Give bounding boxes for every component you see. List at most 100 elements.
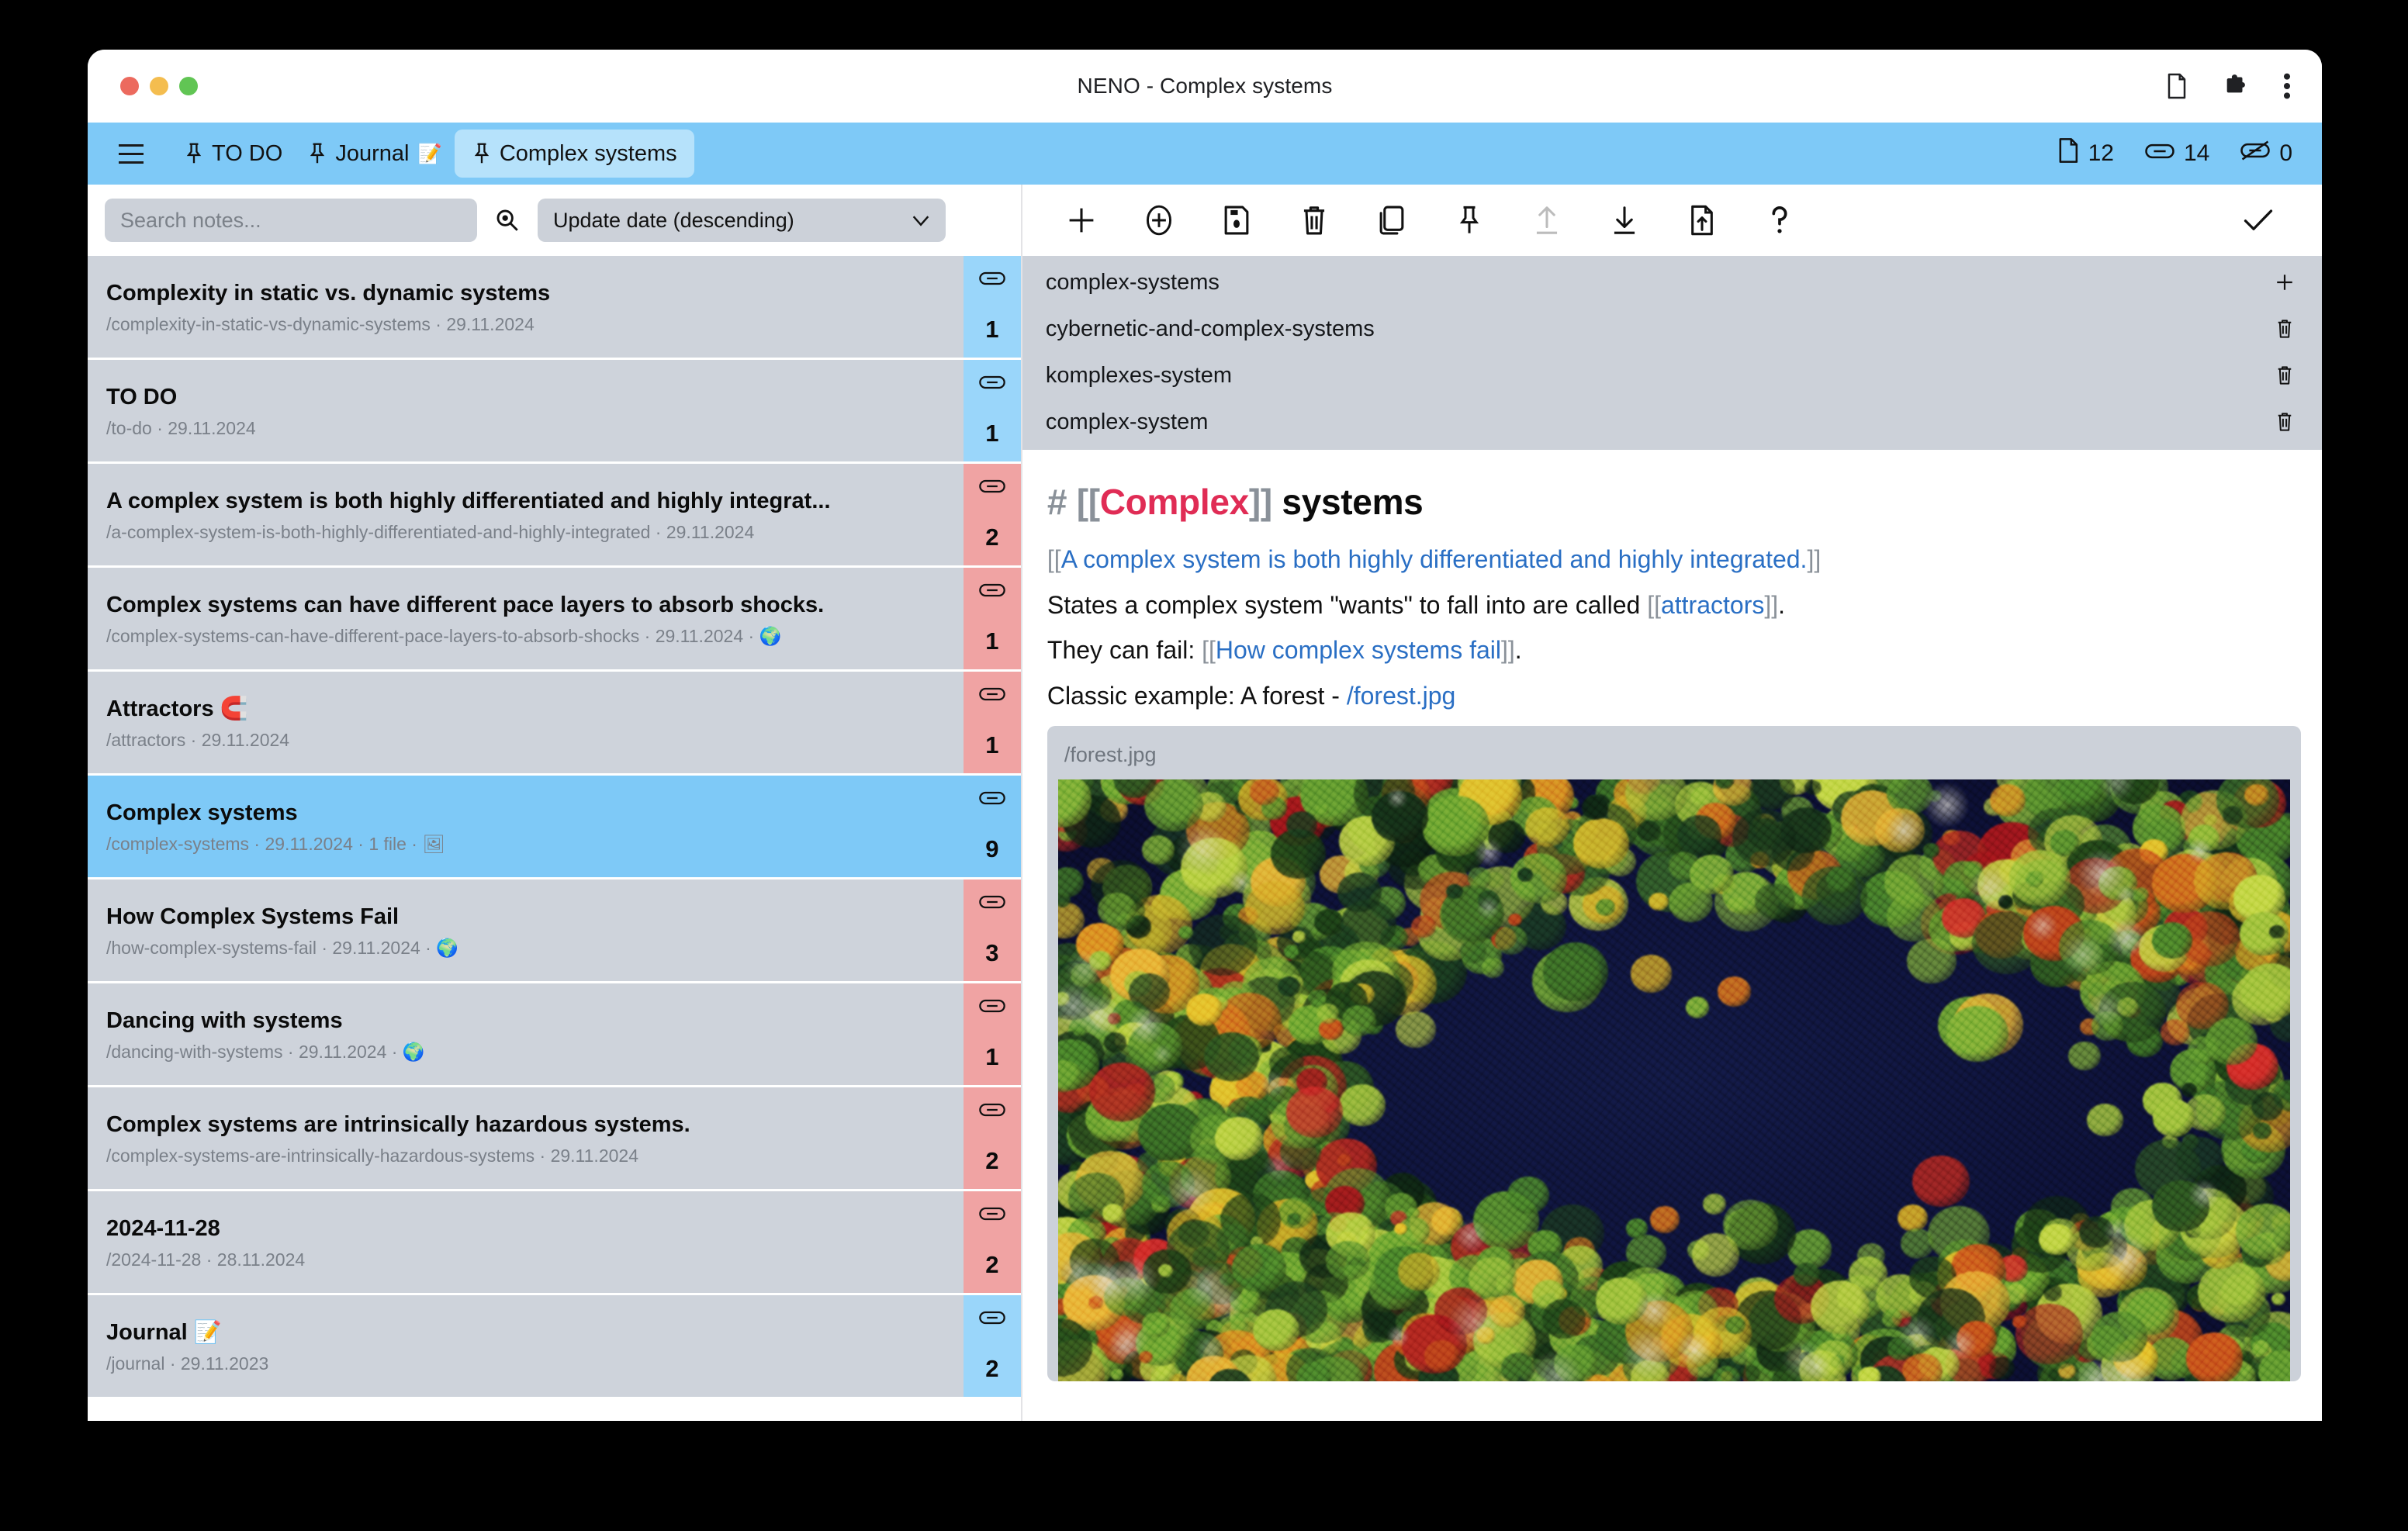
pinned-note-to-do[interactable]: TO DO [171,130,295,178]
heading-close-brackets: ]] [1248,482,1272,522]
search-icon[interactable] [488,201,527,240]
slug-row[interactable]: complex-systems [1022,259,2322,306]
wikilink-bracket: ]] [1500,636,1515,665]
note-list-item[interactable]: A complex system is both highly differen… [88,464,1021,568]
note-item-meta: /journal · 29.11.2023 [106,1353,269,1374]
extensions-puzzle-icon[interactable] [2223,73,2249,99]
delete-slug-icon[interactable] [2269,365,2300,385]
pin-note-button[interactable] [1431,192,1508,248]
wikilink-bracket: ]] [1807,545,1822,573]
note-link-badge: 1 [963,360,1021,461]
note-list-item[interactable]: Attractors 🧲 /attractors · 29.11.2024 1 [88,672,1021,776]
slug-row[interactable]: cybernetic-and-complex-systems [1022,306,2322,352]
wikilink[interactable]: How complex systems fail [1216,636,1501,664]
page-icon[interactable] [2165,72,2188,100]
heading-wikilink[interactable]: Complex [1100,482,1249,522]
heading-open-brackets: [[ [1076,482,1100,522]
note-paragraph: States a complex system "wants" to fall … [1047,589,2299,622]
slug-text[interactable]: cybernetic-and-complex-systems [1046,316,2269,342]
stat-unlinked-value: 0 [2279,140,2292,166]
link-icon [979,1101,1005,1122]
notes-sidebar: Update date (descending) Complexity in s… [88,185,1022,1421]
pinned-note-journal[interactable]: Journal 📝 [295,130,455,178]
note-link-count: 1 [985,1043,999,1070]
stat-links-value: 14 [2183,140,2210,166]
add-slug-icon[interactable] [2269,272,2300,292]
stat-notes: 12 [2057,137,2114,170]
note-link-badge: 3 [963,880,1021,981]
note-link-badge: 1 [963,568,1021,669]
note-link-badge: 2 [963,464,1021,565]
link-icon [979,790,1005,810]
note-list-item[interactable]: Dancing with systems/dancing-with-system… [88,983,1021,1087]
file-upload-icon[interactable] [1663,192,1741,248]
app-body: Update date (descending) Complexity in s… [88,185,2322,1421]
wikilink[interactable]: A complex system is both highly differen… [1061,545,1808,573]
confirm-button[interactable] [2219,192,2297,248]
help-button[interactable] [1741,192,1818,248]
pinned-note-label: TO DO [212,140,283,166]
search-row: Update date (descending) [88,185,1021,256]
note-link-badge: 1 [963,672,1021,773]
note-item-meta: /2024-11-28 · 28.11.2024 [106,1249,306,1270]
note-item-meta: /complex-systems-are-intrinsically-hazar… [106,1145,638,1166]
note-list-item[interactable]: TO DO/to-do · 29.11.2024 1 [88,360,1021,464]
note-item-meta: /complex-systems-can-have-different-pace… [106,625,782,646]
delete-slug-icon[interactable] [2269,412,2300,432]
pinned-note-complex-systems[interactable]: Complex systems [454,130,694,178]
note-list-item[interactable]: Complex systems/complex-systems · 29.11.… [88,776,1021,880]
note-item-main: Complex systems are intrinsically hazard… [88,1087,964,1189]
duplicate-note-button[interactable] [1120,192,1198,248]
download-note-button[interactable] [1586,192,1663,248]
chrome-menu-icon[interactable] [2283,73,2291,99]
note-link-badge: 2 [963,1295,1021,1397]
attachment-image[interactable] [1057,779,2290,1382]
window-title: NENO - Complex systems [1077,74,1333,98]
note-link-count: 2 [985,1147,999,1174]
sort-select[interactable]: Update date (descending) [538,199,946,242]
wikilink[interactable]: attractors [1661,591,1764,619]
slug-text[interactable]: complex-system [1046,410,2269,435]
delete-slug-icon[interactable] [2269,319,2300,339]
note-link-badge: 9 [963,776,1021,877]
upload-file-button[interactable] [1508,192,1586,248]
note-item-main: Complex systems/complex-systems · 29.11.… [88,776,964,877]
new-note-button[interactable] [1043,192,1120,248]
note-list-item[interactable]: Complexity in static vs. dynamic systems… [88,256,1021,360]
note-list[interactable]: Complexity in static vs. dynamic systems… [88,256,1021,1421]
note-item-title: Complex systems are intrinsically hazard… [106,1111,690,1137]
slug-text[interactable]: complex-systems [1046,270,2269,295]
copy-note-button[interactable] [1353,192,1431,248]
search-input[interactable] [105,199,477,242]
note-item-main: How Complex Systems Fail/how-complex-sys… [88,880,964,981]
hamburger-icon[interactable] [108,130,154,177]
note-list-item[interactable]: Complex systems can have different pace … [88,568,1021,672]
note-link-badge: 2 [963,1191,1021,1293]
save-note-button[interactable] [1198,192,1275,248]
note-item-title: Journal 📝 [106,1320,222,1345]
note-list-item[interactable]: Complex systems are intrinsically hazard… [88,1087,1021,1191]
pinned-note-label: Journal [335,140,410,166]
heading-hash: # [1047,482,1067,522]
note-paragraph: They can fail: [[How complex systems fai… [1047,634,2299,667]
delete-note-button[interactable] [1275,192,1353,248]
file-link[interactable]: /forest.jpg [1347,682,1456,710]
slug-text[interactable]: komplexes-system [1046,363,2269,389]
slug-row[interactable]: komplexes-system [1022,352,2322,399]
note-item-main: Attractors 🧲 /attractors · 29.11.2024 [88,672,964,773]
note-list-item[interactable]: How Complex Systems Fail/how-complex-sys… [88,880,1021,983]
note-heading: # [[Complex]] systems [1047,481,2299,523]
note-link-badge: 1 [963,983,1021,1085]
stat-notes-value: 12 [2088,140,2114,166]
note-item-main: Journal 📝 /journal · 29.11.2023 [88,1295,964,1397]
note-list-item[interactable]: 2024-11-28/2024-11-28 · 28.11.2024 2 [88,1191,1021,1295]
note-list-item[interactable]: Journal 📝 /journal · 29.11.2023 2 [88,1295,1021,1399]
wikilink-bracket: [[ [1047,545,1061,573]
slug-row[interactable]: complex-system [1022,399,2322,445]
plain-text: States a complex system "wants" to fall … [1047,590,1648,619]
attachment-filename[interactable]: /forest.jpg [1058,737,2290,779]
note-item-title: Dancing with systems [106,1007,343,1033]
slug-list: complex-systems cybernetic-and-complex-sy… [1022,256,2322,450]
unlinked-icon [2240,140,2271,168]
chevron-down-icon [912,209,930,233]
